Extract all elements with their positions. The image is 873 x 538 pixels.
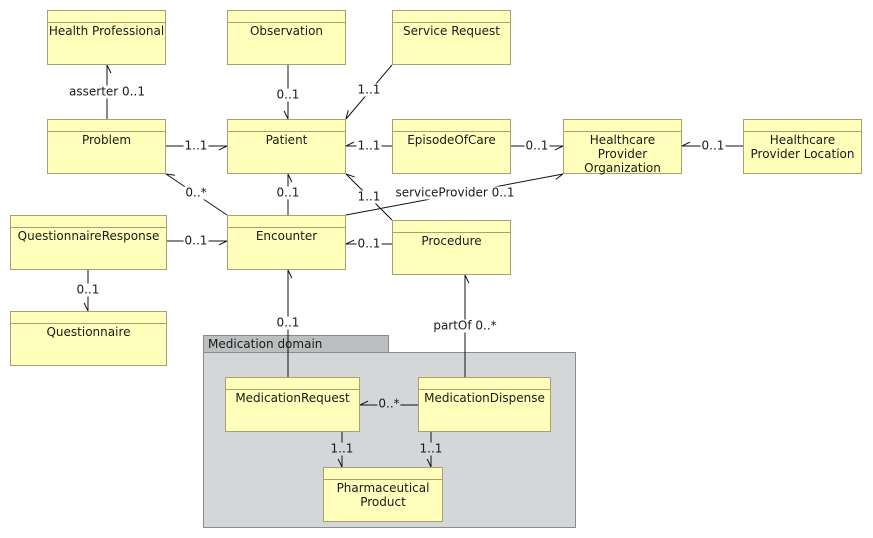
class-name: Healthcare Provider Organization — [584, 133, 661, 175]
arrowhead-icon — [287, 269, 293, 279]
class-name: Service Request — [403, 24, 500, 38]
association-label: 0..1 — [275, 185, 301, 200]
arrowhead-icon — [337, 458, 343, 468]
association-label: 0..1 — [356, 236, 382, 251]
association-label: partOf 0..* — [432, 318, 498, 333]
arrowhead-icon — [283, 110, 289, 120]
class-header — [393, 11, 510, 23]
association-label: 0..1 — [275, 87, 301, 102]
class-header — [228, 216, 345, 228]
arrowhead-icon — [218, 145, 228, 151]
association-label: 1..1 — [356, 82, 382, 97]
class-name: Problem — [81, 133, 132, 147]
association-label: 1..1 — [183, 138, 209, 153]
class-prob[interactable]: Problem — [47, 119, 166, 174]
class-name: Health Professional — [48, 24, 165, 38]
arrowhead-icon — [106, 64, 112, 74]
class-header — [11, 216, 166, 228]
arrowhead-icon — [681, 141, 691, 147]
arrowhead-icon — [554, 145, 564, 151]
arrowhead-icon — [345, 239, 355, 245]
class-header — [324, 468, 442, 480]
class-header — [48, 120, 165, 132]
class-name: Pharmaceutical Product — [336, 481, 430, 509]
association-label: 0..1 — [524, 138, 550, 153]
association-label: 0..* — [184, 185, 208, 200]
class-hp[interactable]: Health Professional — [47, 10, 166, 65]
class-header — [226, 378, 359, 390]
association-label: 0..1 — [700, 138, 726, 153]
class-header — [48, 11, 165, 23]
arrowhead-icon — [359, 400, 369, 406]
association-label: asserter 0..1 — [68, 84, 146, 99]
class-name: Healthcare Provider Location — [750, 133, 855, 161]
class-header — [419, 378, 550, 390]
class-name: MedicationRequest — [235, 391, 350, 405]
arrowhead-icon — [287, 173, 293, 183]
association-label: 1..1 — [356, 138, 382, 153]
class-proc[interactable]: Procedure — [392, 220, 511, 275]
class-header — [393, 221, 510, 233]
class-mr[interactable]: MedicationRequest — [225, 377, 360, 432]
class-sr[interactable]: Service Request — [392, 10, 511, 65]
class-name: Procedure — [421, 234, 482, 248]
class-obs[interactable]: Observation — [227, 10, 346, 65]
class-header — [393, 120, 510, 132]
class-name: MedicationDispense — [424, 391, 545, 405]
association-label: 0..1 — [75, 282, 101, 297]
class-header — [11, 312, 166, 324]
class-name: Encounter — [255, 229, 318, 243]
class-name: Questionnaire — [46, 325, 131, 339]
class-name: EpisodeOfCare — [407, 133, 496, 147]
arrowhead-icon — [83, 302, 89, 312]
class-pp[interactable]: Pharmaceutical Product — [323, 467, 443, 522]
class-name: Patient — [265, 133, 308, 147]
association-label: 1..1 — [356, 189, 382, 204]
association-label: 0..1 — [183, 233, 209, 248]
association-label: 1..1 — [329, 441, 355, 456]
class-eoc[interactable]: EpisodeOfCare — [392, 119, 511, 174]
class-md[interactable]: MedicationDispense — [418, 377, 551, 432]
arrowhead-icon — [464, 274, 470, 284]
class-header — [228, 11, 345, 23]
class-q[interactable]: Questionnaire — [10, 311, 167, 366]
association-label: 0..1 — [275, 315, 301, 330]
association-label: 0..* — [377, 396, 401, 411]
class-qr[interactable]: QuestionnaireResponse — [10, 215, 167, 270]
association-label: 1..1 — [418, 441, 444, 456]
class-enc[interactable]: Encounter — [227, 215, 346, 270]
class-header — [744, 120, 861, 132]
class-pat[interactable]: Patient — [227, 119, 346, 174]
class-hpo[interactable]: Healthcare Provider Organization — [563, 119, 682, 175]
class-header — [564, 120, 681, 132]
arrowhead-icon — [218, 240, 228, 246]
class-name: QuestionnaireResponse — [17, 229, 160, 243]
arrowhead-icon — [345, 141, 355, 147]
class-hpl[interactable]: Healthcare Provider Location — [743, 119, 862, 174]
class-header — [228, 120, 345, 132]
association-label: serviceProvider 0..1 — [394, 185, 516, 200]
arrowhead-icon — [426, 458, 432, 468]
class-name: Observation — [249, 24, 324, 38]
